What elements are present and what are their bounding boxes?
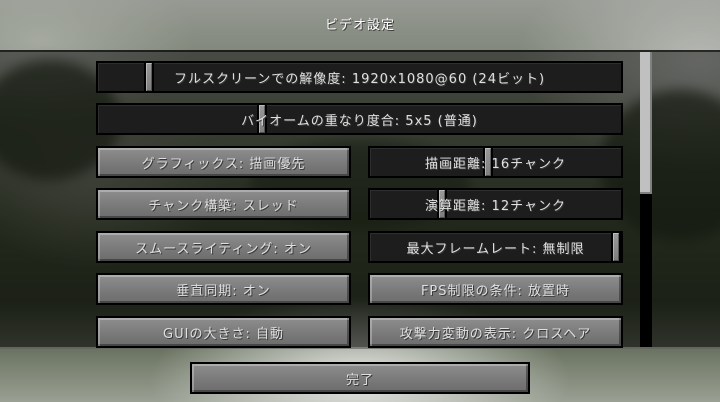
fullscreen-resolution-slider[interactable]: フルスクリーンでの解像度: 1920x1080@60 (24ビット) (96, 61, 623, 93)
biome-blend-label: バイオームの重なり度合: 5x5 (普通) (241, 113, 478, 129)
biome-blend-slider[interactable]: バイオームの重なり度合: 5x5 (普通) (96, 103, 623, 135)
fps-limit-condition-button[interactable]: FPS制限の条件: 放置時 (368, 273, 623, 305)
done-label: 完了 (345, 372, 374, 388)
slider-knob[interactable] (611, 233, 621, 261)
fullscreen-resolution-label: フルスクリーンでの解像度: 1920x1080@60 (24ビット) (173, 71, 546, 87)
chunk-builder-button[interactable]: チャンク構築: スレッド (96, 188, 351, 220)
render-distance-slider[interactable]: 描画距離: 16チャンク (368, 146, 623, 178)
attack-indicator-label: 攻撃力変動の表示: クロスヘア (399, 326, 592, 342)
attack-indicator-button[interactable]: 攻撃力変動の表示: クロスヘア (368, 316, 623, 348)
fps-limit-condition-label: FPS制限の条件: 放置時 (420, 283, 571, 299)
smooth-lighting-label: スムースライティング: オン (135, 241, 312, 257)
done-button[interactable]: 完了 (190, 362, 530, 394)
render-distance-label: 描画距離: 16チャンク (425, 156, 566, 172)
vsync-button[interactable]: 垂直同期: オン (96, 273, 351, 305)
max-framerate-slider[interactable]: 最大フレームレート: 無制限 (368, 231, 623, 263)
graphics-label: グラフィックス: 描画優先 (141, 156, 306, 172)
smooth-lighting-button[interactable]: スムースライティング: オン (96, 231, 351, 263)
chunk-builder-label: チャンク構築: スレッド (148, 198, 299, 214)
gui-scale-button[interactable]: GUIの大きさ: 自動 (96, 316, 351, 348)
graphics-button[interactable]: グラフィックス: 描画優先 (96, 146, 351, 178)
simulation-distance-label: 演算距離: 12チャンク (425, 198, 566, 214)
simulation-distance-slider[interactable]: 演算距離: 12チャンク (368, 188, 623, 220)
slider-knob[interactable] (144, 63, 154, 91)
gui-scale-label: GUIの大きさ: 自動 (163, 326, 284, 342)
scrollbar-thumb[interactable] (640, 52, 652, 194)
vsync-label: 垂直同期: オン (176, 283, 271, 299)
max-framerate-label: 最大フレームレート: 無制限 (406, 241, 585, 257)
screen-title: ビデオ設定 (324, 18, 395, 33)
